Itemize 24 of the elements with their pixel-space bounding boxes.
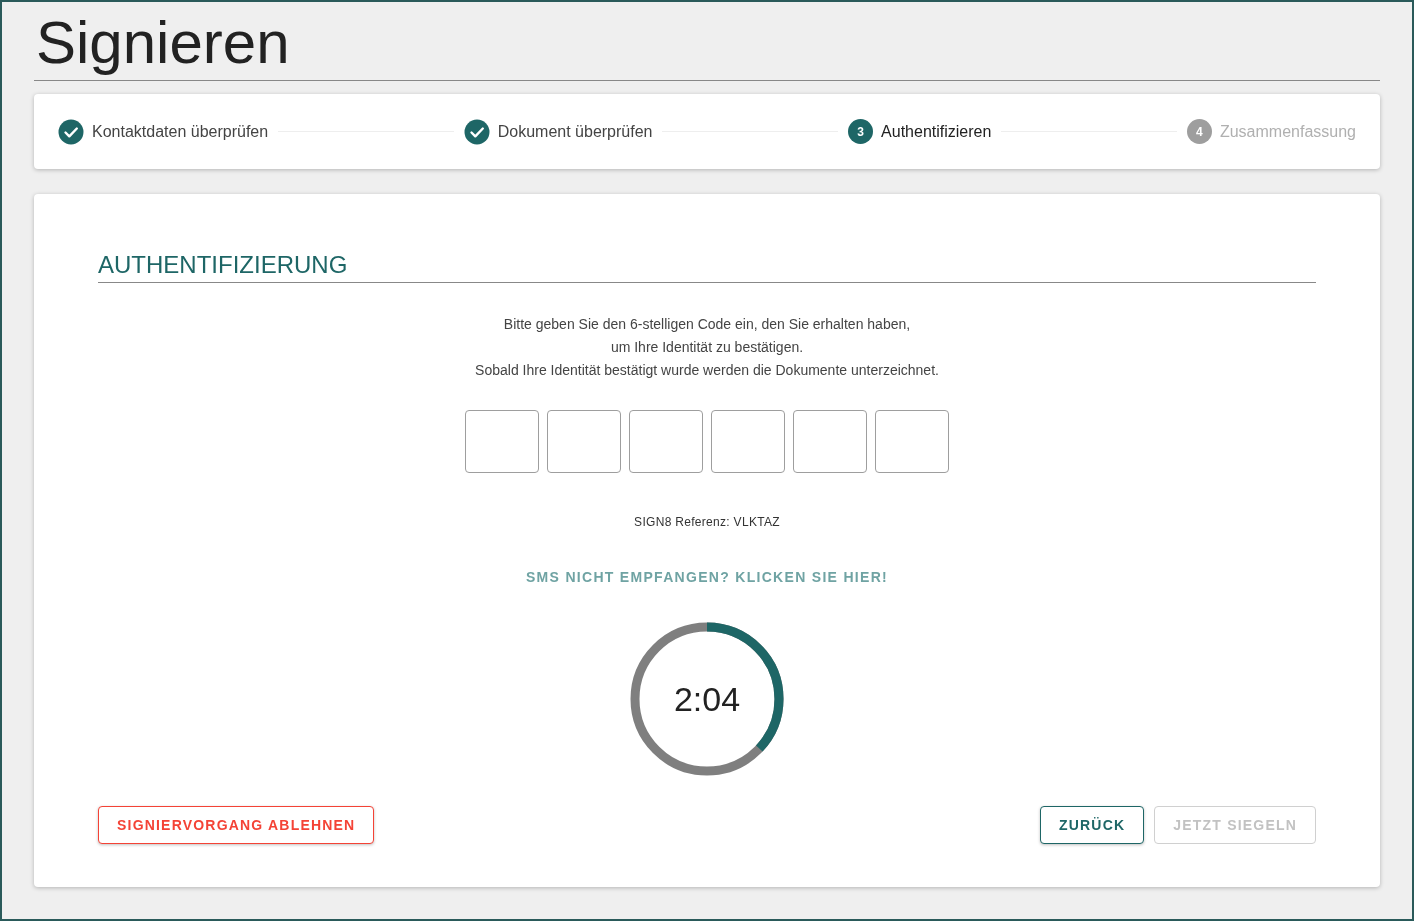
reference-text: SIGN8 Referenz: VLKTAZ: [634, 514, 780, 531]
timer-reading: 2:04: [673, 678, 741, 720]
step-number: 4: [1186, 119, 1212, 144]
resend-sms-link[interactable]: SMS NICHT EMPFANGEN? KLICKEN SIE HIER!: [525, 567, 889, 588]
action-button[interactable]: ZURÜCK: [1039, 806, 1145, 844]
code-digit-field[interactable]: [875, 410, 949, 473]
code-digit-field[interactable]: [547, 410, 621, 473]
step-label: Dokument überprüfen: [497, 121, 653, 142]
step-label: Zusammenfassung: [1219, 121, 1356, 142]
step-label: Authentifizieren: [881, 121, 992, 142]
code-digit-field[interactable]: [629, 410, 703, 473]
instruction-text: Sobald Ihre Identität bestätigt wurde werden die Dokumente unterzeichnet.: [475, 361, 939, 380]
step-number: 3: [848, 119, 874, 144]
code-digit-field[interactable]: [793, 410, 867, 473]
instruction-text: um Ihre Identität zu bestätigen.: [610, 338, 804, 357]
section-heading: AUTHENTIFIZIERUNG: [98, 250, 349, 280]
code-digit-field[interactable]: [465, 410, 539, 473]
decline-button[interactable]: SIGNIERVORGANG ABLEHNEN: [98, 806, 375, 844]
check-circle-icon: [58, 118, 84, 145]
page-title: Signieren: [35, 8, 291, 78]
instruction-text: Bitte geben Sie den 6-stelligen Code ein, den Sie erhalten haben,: [503, 315, 911, 334]
check-circle-icon: [463, 118, 490, 145]
code-digit-field[interactable]: [711, 410, 785, 473]
step-label: Kontaktdaten überprüfen: [92, 121, 269, 142]
